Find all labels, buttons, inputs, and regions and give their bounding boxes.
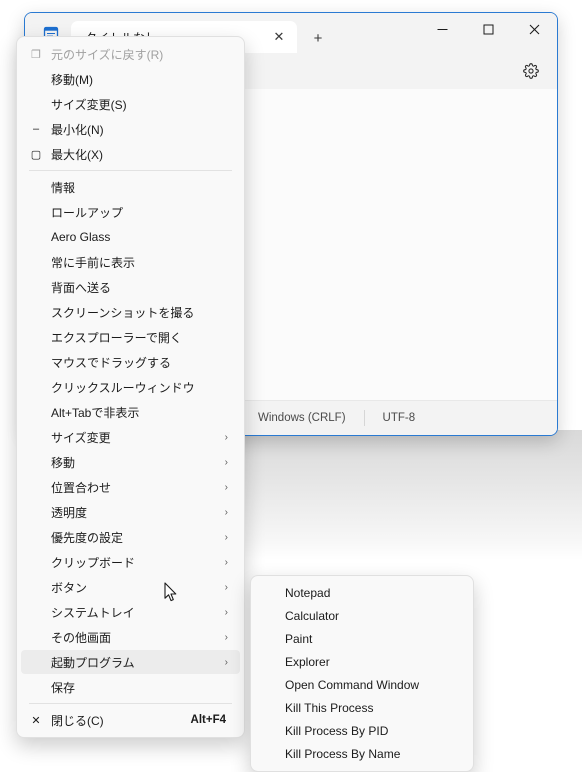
menu-item[interactable]: 保存 xyxy=(21,675,240,699)
restore-icon: ❐ xyxy=(31,48,41,61)
submenu-item[interactable]: Kill This Process xyxy=(255,697,469,719)
menu-item-label: クリックスルーウィンドウ xyxy=(51,380,195,395)
chevron-right-icon: › xyxy=(224,506,228,518)
menu-item-label: 起動プログラム xyxy=(51,655,135,670)
menu-item[interactable]: スクリーンショットを撮る xyxy=(21,300,240,324)
menu-item-label: ロールアップ xyxy=(51,205,124,220)
chevron-right-icon: › xyxy=(224,656,228,668)
menu-item-label: クリップボード xyxy=(51,555,136,570)
system-context-menu: ❐ 元のサイズに戻す(R) 移動(M) サイズ変更(S) – 最小化(N) ▢ 最大化(X) 情… xyxy=(16,36,245,738)
submenu-item[interactable]: Calculator xyxy=(255,605,469,627)
menu-item[interactable]: – 最小化(N) xyxy=(21,117,240,141)
menu-item[interactable]: マウスでドラッグする xyxy=(21,350,240,374)
chevron-right-icon: › xyxy=(224,556,228,568)
menu-item[interactable]: 情報 xyxy=(21,175,240,199)
menu-item[interactable]: エクスプローラーで開く xyxy=(21,325,240,349)
menu-item-accelerator: Alt+F4 xyxy=(190,714,226,726)
submenu-item[interactable]: Open Command Window xyxy=(255,674,469,696)
menu-item[interactable]: Aero Glass xyxy=(21,225,240,249)
close-tab-icon[interactable]: ✕ xyxy=(269,27,289,47)
menu-item[interactable]: 移動(M) xyxy=(21,67,240,91)
menu-item[interactable]: 背面へ送る xyxy=(21,275,240,299)
menu-item-label: 透明度 xyxy=(51,505,88,520)
chevron-right-icon: › xyxy=(224,456,228,468)
menu-item-label: Aero Glass xyxy=(51,230,111,244)
submenu-item[interactable]: Kill Process By PID xyxy=(255,720,469,742)
menu-item[interactable]: サイズ変更 › xyxy=(21,425,240,449)
menu-item[interactable]: システムトレイ › xyxy=(21,600,240,624)
menu-item-label: 保存 xyxy=(51,680,76,695)
menu-item-label: Alt+Tabで非表示 xyxy=(51,405,140,420)
menu-item-label: 優先度の設定 xyxy=(51,530,124,545)
menu-item[interactable]: サイズ変更(S) xyxy=(21,92,240,116)
menu-item-label: 背面へ送る xyxy=(51,280,112,295)
chevron-right-icon: › xyxy=(224,531,228,543)
menu-item[interactable]: 位置合わせ › xyxy=(21,475,240,499)
menu-item-label: サイズ変更(S) xyxy=(51,97,127,112)
status-encoding[interactable]: UTF-8 xyxy=(363,410,434,426)
menu-item-label: 情報 xyxy=(51,180,76,195)
menu-item[interactable]: クリックスルーウィンドウ xyxy=(21,375,240,399)
menu-item-label: 移動(M) xyxy=(51,72,93,87)
menu-item[interactable]: その他画面 › xyxy=(21,625,240,649)
close-window-button[interactable] xyxy=(511,13,557,45)
chevron-right-icon: › xyxy=(224,581,228,593)
menu-item-label: その他画面 xyxy=(51,630,112,645)
menu-item-label: 元のサイズに戻す(R) xyxy=(51,47,164,62)
menu-item[interactable]: Alt+Tabで非表示 xyxy=(21,400,240,424)
new-tab-icon[interactable]: + xyxy=(303,23,333,53)
close-icon: ✕ xyxy=(31,714,41,727)
minimize-button[interactable] xyxy=(419,13,465,45)
status-line-ending[interactable]: Windows (CRLF) xyxy=(240,410,364,426)
submenu-item[interactable]: Explorer xyxy=(255,651,469,673)
window-controls xyxy=(419,13,557,45)
menu-item-label: ボタン xyxy=(51,580,88,595)
menu-item[interactable]: 起動プログラム › xyxy=(21,650,240,674)
menu-separator xyxy=(29,703,232,704)
menu-item-label: 常に手前に表示 xyxy=(51,255,136,270)
menu-item[interactable]: 移動 › xyxy=(21,450,240,474)
chevron-right-icon: › xyxy=(224,606,228,618)
menu-item: ❐ 元のサイズに戻す(R) xyxy=(21,42,240,66)
minimize-icon: – xyxy=(32,123,40,135)
menu-item[interactable]: ボタン › xyxy=(21,575,240,599)
menu-item[interactable]: ▢ 最大化(X) xyxy=(21,142,240,166)
menu-item-label: マウスでドラッグする xyxy=(51,355,172,370)
gear-icon[interactable] xyxy=(519,59,543,83)
menu-item[interactable]: ✕ 閉じる(C) Alt+F4 xyxy=(21,708,240,732)
menu-item-label: スクリーンショットを撮る xyxy=(51,305,195,320)
menu-item-label: エクスプローラーで開く xyxy=(51,330,182,345)
menu-item-label: 位置合わせ xyxy=(51,480,112,495)
menu-item-label: サイズ変更 xyxy=(51,430,111,445)
menu-item[interactable]: クリップボード › xyxy=(21,550,240,574)
menu-item-label: 移動 xyxy=(51,455,76,470)
submenu-item[interactable]: Paint xyxy=(255,628,469,650)
menu-item-label: 最大化(X) xyxy=(51,147,103,162)
chevron-right-icon: › xyxy=(224,431,228,443)
submenu-item[interactable]: Kill Process By Name xyxy=(255,743,469,765)
menu-item-label: 閉じる(C) xyxy=(51,713,104,728)
startup-programs-submenu: Notepad Calculator Paint Explorer Open Comma… xyxy=(250,575,474,772)
maximize-icon: ▢ xyxy=(30,148,42,161)
menu-item[interactable]: 優先度の設定 › xyxy=(21,525,240,549)
menu-item[interactable]: 透明度 › xyxy=(21,500,240,524)
menu-item[interactable]: ロールアップ xyxy=(21,200,240,224)
chevron-right-icon: › xyxy=(224,631,228,643)
menu-item-label: システムトレイ xyxy=(51,605,135,620)
menu-item[interactable]: 常に手前に表示 xyxy=(21,250,240,274)
chevron-right-icon: › xyxy=(224,481,228,493)
maximize-button[interactable] xyxy=(465,13,511,45)
menu-separator xyxy=(29,170,232,171)
submenu-item[interactable]: Notepad xyxy=(255,582,469,604)
menu-item-label: 最小化(N) xyxy=(51,122,104,137)
